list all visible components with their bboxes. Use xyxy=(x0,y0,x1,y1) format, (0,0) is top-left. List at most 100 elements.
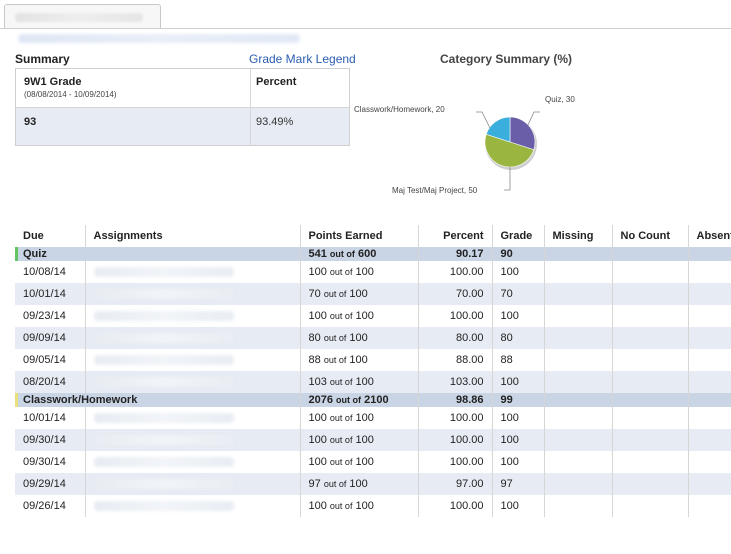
redacted-assignment-name xyxy=(93,435,234,446)
percent-header: Percent xyxy=(256,76,297,88)
assignment-row[interactable]: 09/26/14 100 out of 100 100.00 100 xyxy=(15,495,731,517)
grade-cell: 100 xyxy=(492,451,545,473)
points-total: 100 xyxy=(349,288,368,300)
points-earned: 97 xyxy=(308,478,321,490)
points-earned-cell: 100 out of 100 xyxy=(300,407,419,429)
column-header-missing[interactable]: Missing xyxy=(544,225,613,247)
out-of-text: out of xyxy=(336,395,362,405)
column-header-due[interactable]: Due xyxy=(15,225,86,247)
assignment-row[interactable]: 09/29/14 97 out of 100 97.00 97 xyxy=(15,473,731,495)
points-total: 100 xyxy=(355,266,374,278)
redacted-assignment-name xyxy=(93,267,234,278)
points-earned: 80 xyxy=(308,332,321,344)
absent-cell xyxy=(688,495,731,517)
assignment-name[interactable] xyxy=(85,473,301,495)
absent-cell xyxy=(688,349,731,371)
missing-cell xyxy=(544,495,613,517)
percent-cell: 100.00 xyxy=(418,261,493,283)
percent-cell: 88.00 xyxy=(418,349,493,371)
percent-cell: 100.00 xyxy=(418,305,493,327)
assignment-row[interactable]: 10/01/14 100 out of 100 100.00 100 xyxy=(15,407,731,429)
out-of-text: out of xyxy=(329,501,353,511)
assignment-name[interactable] xyxy=(85,371,301,393)
grade-cell: 88 xyxy=(492,349,545,371)
assignment-name[interactable] xyxy=(85,429,301,451)
points-earned: 100 xyxy=(308,310,327,322)
assignment-row[interactable]: 09/30/14 100 out of 100 100.00 100 xyxy=(15,451,731,473)
assignment-row[interactable]: 09/05/14 88 out of 100 88.00 88 xyxy=(15,349,731,371)
assignments-grid: Due Assignments Points Earned Percent Grade M… xyxy=(15,225,731,517)
out-of-text: out of xyxy=(323,333,347,343)
category-summary-title: Category Summary (%) xyxy=(440,52,573,66)
category-row[interactable]: Quiz 541 out of 600 90.17 90 xyxy=(15,247,731,261)
points-total: 100 xyxy=(349,332,368,344)
points-earned-cell: 100 out of 100 xyxy=(300,429,419,451)
points-earned: 100 xyxy=(308,266,327,278)
points-earned: 541 xyxy=(308,248,327,260)
no-count-cell xyxy=(612,451,689,473)
no-count-cell xyxy=(612,495,689,517)
summary-divider xyxy=(250,69,251,145)
missing-cell xyxy=(544,473,613,495)
assignment-name[interactable] xyxy=(85,261,301,283)
grade-cell: 100 xyxy=(492,429,545,451)
out-of-text: out of xyxy=(323,355,347,365)
no-count-cell xyxy=(612,305,689,327)
no-count-cell xyxy=(612,429,689,451)
points-earned: 100 xyxy=(308,434,327,446)
percent-value: 93.49% xyxy=(256,116,294,128)
category-row[interactable]: Classwork/Homework 2076 out of 2100 98.86 9… xyxy=(15,393,731,407)
column-header-no-count[interactable]: No Count xyxy=(612,225,689,247)
category-percent: 90.17 xyxy=(418,247,493,261)
column-header-points-earned[interactable]: Points Earned xyxy=(300,225,419,247)
assignment-row[interactable]: 09/30/14 100 out of 100 100.00 100 xyxy=(15,429,731,451)
category-color-bar xyxy=(15,393,18,407)
grade-mark-legend-link[interactable]: Grade Mark Legend xyxy=(249,52,356,66)
assignment-name[interactable] xyxy=(85,327,301,349)
absent-cell xyxy=(688,451,731,473)
due-date: 10/01/14 xyxy=(15,407,86,429)
leader-majtest xyxy=(504,167,511,191)
summary-header: 9W1 Grade (08/08/2014 - 10/09/2014) Perc… xyxy=(16,69,349,107)
no-count-cell xyxy=(612,261,689,283)
assignments-table: Due Assignments Points Earned Percent Grade M… xyxy=(15,225,731,517)
summary-title: Summary xyxy=(15,52,70,66)
redacted-assignment-name xyxy=(93,289,234,300)
tab-active[interactable] xyxy=(4,4,161,28)
due-date: 10/01/14 xyxy=(15,283,86,305)
absent-cell xyxy=(688,429,731,451)
grade-cell: 100 xyxy=(492,305,545,327)
due-date: 09/09/14 xyxy=(15,327,86,349)
no-count-cell xyxy=(612,407,689,429)
assignment-name[interactable] xyxy=(85,495,301,517)
assignment-row[interactable]: 08/20/14 103 out of 100 103.00 100 xyxy=(15,371,731,393)
assignment-row[interactable]: 09/23/14 100 out of 100 100.00 100 xyxy=(15,305,731,327)
grade-cell: 100 xyxy=(492,495,545,517)
column-header-absent[interactable]: Absent xyxy=(688,225,731,247)
assignment-name[interactable] xyxy=(85,305,301,327)
assignment-row[interactable]: 10/08/14 100 out of 100 100.00 100 xyxy=(15,261,731,283)
grade-cell: 100 xyxy=(492,407,545,429)
category-name: Quiz xyxy=(15,247,301,261)
assignment-name[interactable] xyxy=(85,283,301,305)
assignment-row[interactable]: 10/01/14 70 out of 100 70.00 70 xyxy=(15,283,731,305)
points-earned-cell: 103 out of 100 xyxy=(300,371,419,393)
column-header-assignments[interactable]: Assignments xyxy=(85,225,301,247)
missing-cell xyxy=(544,305,613,327)
assignment-name[interactable] xyxy=(85,349,301,371)
grade-cell: 100 xyxy=(492,371,545,393)
column-header-percent[interactable]: Percent xyxy=(418,225,493,247)
due-date: 09/26/14 xyxy=(15,495,86,517)
due-date: 09/23/14 xyxy=(15,305,86,327)
assignment-row[interactable]: 09/09/14 80 out of 100 80.00 80 xyxy=(15,327,731,349)
grade-cell: 97 xyxy=(492,473,545,495)
summary-box: 9W1 Grade (08/08/2014 - 10/09/2014) Perc… xyxy=(15,68,350,146)
assignment-name[interactable] xyxy=(85,451,301,473)
missing-cell xyxy=(544,327,613,349)
due-date: 09/29/14 xyxy=(15,473,86,495)
column-header-grade[interactable]: Grade xyxy=(492,225,545,247)
grade-cell: 100 xyxy=(492,261,545,283)
assignment-name[interactable] xyxy=(85,407,301,429)
missing-cell xyxy=(544,451,613,473)
absent-cell xyxy=(688,473,731,495)
